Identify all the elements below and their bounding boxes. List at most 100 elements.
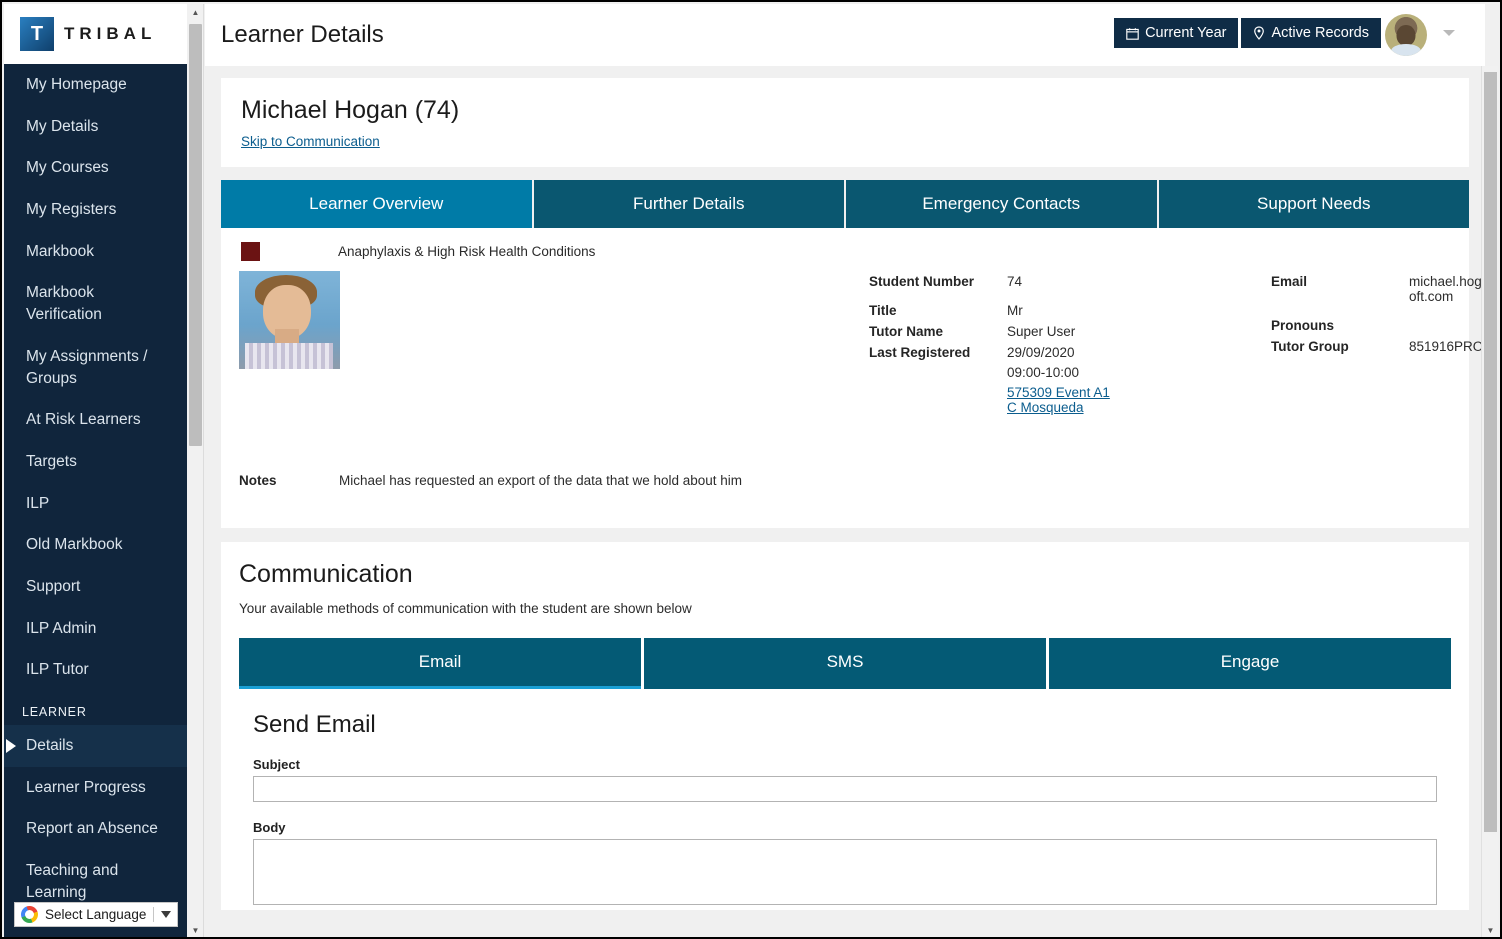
sidebar-item-old-markbook[interactable]: Old Markbook [4,524,187,566]
field-value: 74 [1007,274,1259,289]
chevron-down-icon[interactable] [1443,30,1455,36]
subject-input[interactable] [253,776,1437,802]
photo-shirt [245,343,333,369]
field-email: Email michael.hogan@ebsTribalCollege.onm… [1271,274,1485,304]
sidebar-scrollbar[interactable]: ▲ ▼ [187,4,204,939]
tab-learner-overview[interactable]: Learner Overview [221,180,532,228]
current-year-label: Current Year [1145,25,1226,41]
tab-emergency-contacts[interactable]: Emergency Contacts [846,180,1157,228]
scroll-up-icon[interactable]: ▲ [187,4,204,21]
field-label: Tutor Name [869,324,1007,339]
tab-engage[interactable]: Engage [1049,638,1451,689]
sidebar-item-my-homepage[interactable]: My Homepage [4,64,187,106]
field-label: Last Registered [869,345,1007,415]
main-scrollbar[interactable]: ▼ [1481,66,1498,939]
sidebar-item-label: Teaching and Learning [26,862,118,901]
field-label: Title [869,303,1007,318]
field-value: michael.hogan@ebsTribalCollege.onmicroso… [1409,274,1485,304]
sidebar-item-label: ILP Tutor [26,661,89,678]
active-arrow-icon [6,739,16,753]
health-alert-swatch-icon [241,242,260,261]
sidebar-item-learner-progress[interactable]: Learner Progress [4,767,187,809]
main-scroll-down-icon[interactable]: ▼ [1482,922,1499,939]
main-scrollbar-thumb[interactable] [1484,72,1497,832]
communication-card: Communication Your available methods of … [221,542,1469,910]
sidebar-item-markbook-verification[interactable]: Markbook Verification [4,272,187,335]
sidebar-item-label: My Assignments / Groups [26,348,147,387]
sidebar-item-label: My Courses [26,159,109,176]
sidebar-item-targets[interactable]: Targets [4,441,187,483]
sidebar-item-at-risk-learners[interactable]: At Risk Learners [4,399,187,441]
last-registered-event-link[interactable]: 575309 Event A1 [1007,385,1259,400]
communication-tabs: Email SMS Engage [239,638,1451,689]
tab-sms[interactable]: SMS [644,638,1046,689]
sidebar-scrollbar-thumb[interactable] [189,24,202,446]
learner-name: Michael Hogan (74) [241,96,1449,125]
current-year-button[interactable]: Current Year [1114,18,1238,48]
sidebar-item-label: ILP Admin [26,620,96,637]
sidebar-item-report-an-absence[interactable]: Report an Absence [4,808,187,850]
body-textarea[interactable] [253,839,1437,905]
field-label: Student Number [869,274,1007,289]
field-label: Pronouns [1271,318,1409,333]
google-translate-widget[interactable]: Select Language [14,902,178,927]
field-value: Super User [1007,324,1259,339]
sidebar-item-my-assignments-groups[interactable]: My Assignments / Groups [4,336,187,399]
last-registered-time: 09:00-10:00 [1007,365,1259,380]
active-records-button[interactable]: Active Records [1241,18,1381,48]
sidebar-nav: My Homepage My Details My Courses My Reg… [4,64,187,913]
sidebar-item-label: At Risk Learners [26,411,141,428]
translate-label: Select Language [45,907,146,922]
header-actions: Current Year Active Records [1114,18,1381,48]
avatar[interactable] [1385,14,1427,56]
field-pronouns: Pronouns [1271,318,1485,333]
sidebar-item-ilp[interactable]: ILP [4,483,187,525]
sidebar-item-my-courses[interactable]: My Courses [4,147,187,189]
sidebar-item-details[interactable]: Details [4,725,187,767]
scroll-down-icon[interactable]: ▼ [187,922,204,939]
brand-name: TRIBAL [64,24,156,44]
sidebar-item-label: Markbook [26,243,94,260]
body-group: Body [253,820,1437,910]
sidebar-item-label: My Registers [26,201,116,218]
active-records-label: Active Records [1271,25,1369,41]
communication-title: Communication [239,560,1451,589]
notes-label: Notes [239,473,339,488]
learner-photo [239,271,340,369]
tab-label: Emergency Contacts [922,194,1080,213]
google-icon [21,906,38,923]
sidebar-item-ilp-tutor[interactable]: ILP Tutor [4,649,187,691]
tab-label: Email [419,652,462,671]
overview-grid [239,271,1451,369]
last-registered-date: 29/09/2020 [1007,345,1259,360]
tab-label: Engage [1221,652,1280,671]
sidebar-item-my-registers[interactable]: My Registers [4,189,187,231]
translate-divider [153,907,154,922]
brand-logo[interactable]: T TRIBAL [4,4,187,64]
sidebar-item-label: Learner Progress [26,779,146,796]
field-label: Email [1271,274,1409,304]
tribal-logo-icon: T [20,17,54,51]
last-registered-tutor-link[interactable]: C Mosqueda [1007,400,1259,415]
sidebar-item-ilp-admin[interactable]: ILP Admin [4,608,187,650]
notes-row: Notes Michael has requested an export of… [239,473,742,488]
sidebar-item-markbook[interactable]: Markbook [4,231,187,273]
overview-fields-left: Student Number 74 Title Mr Tutor Name Su… [869,274,1259,421]
sidebar-item-my-details[interactable]: My Details [4,106,187,148]
tab-support-needs[interactable]: Support Needs [1159,180,1470,228]
tab-email[interactable]: Email [239,638,641,689]
sidebar-item-label: Report an Absence [26,820,158,837]
field-student-number: Student Number 74 [869,274,1259,289]
main-content: Michael Hogan (74) Skip to Communication… [205,66,1485,939]
learner-overview-panel: Anaphylaxis & High Risk Health Condition… [221,228,1469,528]
health-alert-row: Anaphylaxis & High Risk Health Condition… [239,242,1451,261]
top-header: Learner Details Current Year Active Reco… [205,4,1485,66]
avatar-face [1397,25,1416,46]
chevron-down-icon[interactable] [161,911,171,918]
sidebar-item-support[interactable]: Support [4,566,187,608]
sidebar-item-label: Markbook Verification [26,284,102,323]
sidebar-section-learner: LEARNER [4,691,187,725]
sidebar-item-label: Targets [26,453,77,470]
skip-to-communication-link[interactable]: Skip to Communication [241,134,380,149]
tab-further-details[interactable]: Further Details [534,180,845,228]
